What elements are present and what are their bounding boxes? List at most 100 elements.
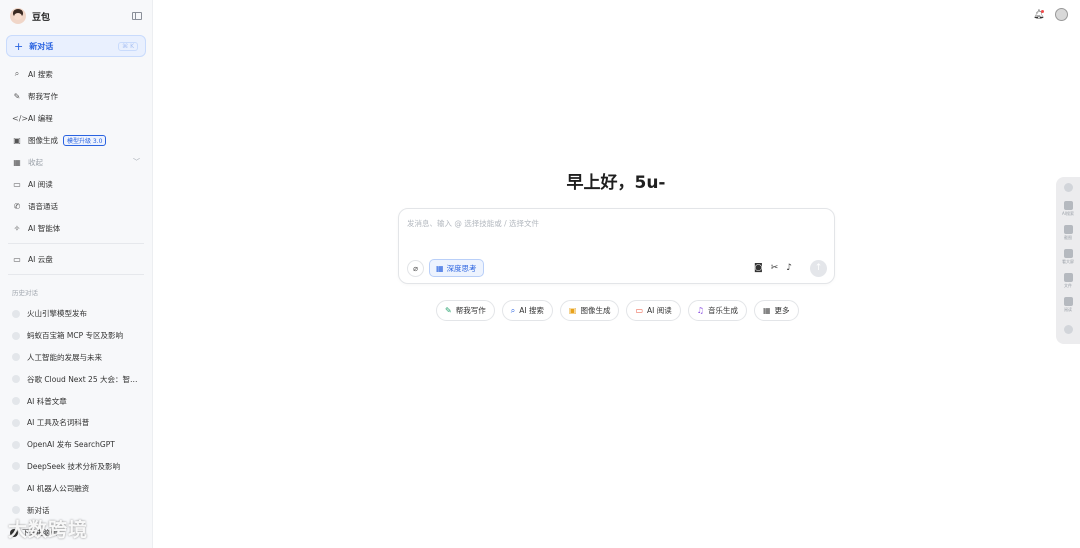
code-icon: </> bbox=[12, 113, 29, 123]
float-toolbar-item[interactable]: 阅读 bbox=[1056, 297, 1080, 313]
history-item[interactable]: DeepSeek 技术分析及影响 bbox=[0, 456, 152, 478]
chevron-up-icon[interactable]: ﹀ bbox=[133, 157, 140, 167]
watermark: 大数跨境 bbox=[8, 519, 89, 541]
sidebar-item-label: 语音通话 bbox=[28, 201, 58, 211]
chip-label: AI 搜索 bbox=[519, 306, 544, 315]
toolbar-icon bbox=[1063, 225, 1073, 234]
sidebar-item[interactable]: </> AI 编程 bbox=[0, 107, 152, 129]
search-icon: ⌕ bbox=[14, 69, 20, 78]
notification-bell-icon[interactable]: 🔔︎ bbox=[1033, 10, 1044, 20]
grid-icon: ▦ bbox=[762, 306, 771, 315]
sidebar-item-label: AI 云盘 bbox=[28, 254, 53, 264]
chat-bubble-icon bbox=[12, 309, 20, 318]
float-toolbar-item[interactable]: 文件 bbox=[1056, 273, 1080, 289]
sidebar-item[interactable]: ✆ 语音通话 bbox=[0, 195, 152, 217]
toolbar-item-label: 阅读 bbox=[1064, 307, 1072, 312]
cloud-drive-icon: ▭ bbox=[13, 254, 21, 264]
quick-action-chip[interactable]: ✎ 帮我写作 bbox=[436, 300, 495, 321]
float-top-icon[interactable] bbox=[1056, 183, 1080, 192]
chat-bubble-icon bbox=[12, 397, 20, 406]
microphone-icon[interactable]: ♪ bbox=[786, 263, 792, 273]
history-item-title: AI 科普文章 bbox=[27, 396, 67, 406]
history-item-title: 新对话 bbox=[27, 505, 50, 515]
collapse-sidebar-icon[interactable] bbox=[132, 12, 142, 20]
history-item-title: 火山引擎模型发布 bbox=[27, 309, 87, 319]
history-item[interactable]: 火山引擎模型发布 bbox=[0, 303, 152, 325]
history-item[interactable]: AI 机器人公司融资 bbox=[0, 477, 152, 499]
sidebar-item[interactable]: ▭ AI 阅读 bbox=[0, 173, 152, 195]
new-chat-shortcut: ⌘ K bbox=[118, 41, 138, 51]
chip-label: AI 阅读 bbox=[647, 306, 672, 315]
toolbar-item-label: AI搜索 bbox=[1062, 211, 1074, 216]
toolbar-icon bbox=[1063, 201, 1073, 210]
sidebar-item-label: AI 智能体 bbox=[28, 223, 61, 233]
history-item-title: AI 机器人公司融资 bbox=[27, 483, 90, 493]
quick-action-chip[interactable]: ▭ AI 阅读 bbox=[626, 300, 681, 321]
quick-actions: ✎ 帮我写作 ⌕ AI 搜索 ▣ 图像生成 ▭ AI 阅读 ♫ 音乐生成 ▦ 更多 bbox=[436, 300, 799, 321]
history-item[interactable]: OpenAI 发布 SearchGPT bbox=[0, 434, 152, 456]
history-item[interactable]: AI 科普文章 bbox=[0, 390, 152, 412]
chat-bubble-icon bbox=[12, 353, 20, 362]
quick-action-chip[interactable]: ⌕ AI 搜索 bbox=[501, 300, 553, 321]
history-item[interactable]: AI 工具及名词科普 bbox=[0, 412, 152, 434]
new-chat-label: 新对话 bbox=[29, 41, 54, 51]
plus-icon: + bbox=[14, 39, 24, 53]
float-toolbar-item[interactable]: 截图 bbox=[1056, 225, 1080, 241]
history-item[interactable]: 谷歌 Cloud Next 25 大会：智能... bbox=[0, 368, 152, 390]
pen-icon: ✎ bbox=[445, 306, 452, 315]
sidebar-item[interactable]: ✎ 帮我写作 bbox=[0, 85, 152, 107]
history-item-title: 人工智能的发展与未来 bbox=[27, 352, 102, 362]
history-item-title: OpenAI 发布 SearchGPT bbox=[27, 440, 115, 450]
float-settings-icon[interactable] bbox=[1056, 325, 1080, 334]
music-icon: ♫ bbox=[696, 306, 704, 315]
sidebar: 豆包 + 新对话 ⌘ K ⌕ AI 搜索 ✎ 帮我写作 </> AI 编程 ▣ 图像生成 模型升… bbox=[0, 0, 153, 548]
history-item-title: 谷歌 Cloud Next 25 大会：智能... bbox=[27, 374, 140, 384]
upgrade-badge: 模型升级 3.0 bbox=[63, 134, 107, 146]
history-item-title: AI 工具及名词科普 bbox=[27, 418, 90, 428]
history-item-title: DeepSeek 技术分析及影响 bbox=[27, 461, 120, 471]
history-item[interactable]: 蚂蚁百宝箱 MCP 专区及影响 bbox=[0, 325, 152, 347]
send-button[interactable]: ↑ bbox=[810, 260, 827, 277]
chip-label: 图像生成 bbox=[580, 306, 611, 315]
book-icon: ▭ bbox=[635, 306, 644, 315]
deep-think-toggle[interactable]: ▦ 深度思考 bbox=[429, 259, 484, 277]
chat-bubble-icon bbox=[12, 440, 20, 449]
toolbar-item-label: 截图 bbox=[1064, 235, 1072, 240]
user-avatar[interactable] bbox=[1055, 8, 1068, 21]
sidebar-item[interactable]: ⌕ AI 搜索 bbox=[0, 63, 152, 85]
float-toolbar-item[interactable]: AI搜索 bbox=[1056, 201, 1080, 217]
grid-icon: ▦ bbox=[436, 263, 444, 273]
toolbar-icon bbox=[1063, 297, 1073, 306]
history-item-title: 蚂蚁百宝箱 MCP 专区及影响 bbox=[27, 331, 123, 341]
sparkle-icon: ✧ bbox=[13, 223, 21, 233]
new-chat-button[interactable]: + 新对话 ⌘ K bbox=[6, 35, 146, 57]
sidebar-item-cloud[interactable]: ▭ AI 云盘 bbox=[0, 248, 152, 270]
toolbar-item-label: 文件 bbox=[1064, 283, 1072, 288]
history-title: 历史对话 bbox=[12, 289, 38, 297]
toolbar-icon bbox=[1063, 273, 1073, 282]
quick-action-chip[interactable]: ♫ 音乐生成 bbox=[687, 300, 747, 321]
sidebar-item-label: 图像生成 bbox=[28, 135, 58, 145]
app-avatar[interactable] bbox=[10, 8, 26, 24]
sidebar-item[interactable]: ▣ 图像生成 模型升级 3.0 bbox=[0, 129, 152, 151]
quick-action-chip[interactable]: ▦ 更多 bbox=[753, 300, 799, 321]
sidebar-item[interactable]: ✧ AI 智能体 bbox=[0, 217, 152, 239]
message-input[interactable]: 发消息、输入 @ 选择技能或 / 选择文件 bbox=[407, 218, 539, 229]
grid-icon: ▦ bbox=[13, 157, 21, 167]
chat-bubble-icon bbox=[12, 506, 20, 515]
search-icon: ⌕ bbox=[510, 305, 516, 315]
scissors-icon[interactable]: ✂ bbox=[771, 263, 779, 273]
screenshot-icon[interactable]: ◙ bbox=[754, 263, 763, 273]
toolbar-icon bbox=[1063, 249, 1073, 258]
pen-icon: ✎ bbox=[13, 91, 21, 101]
composer-tools: ◙ ✂ ♪ bbox=[754, 263, 792, 273]
sidebar-item[interactable]: ▦ 收起 ﹀ bbox=[0, 151, 152, 173]
quick-action-chip[interactable]: ▣ 图像生成 bbox=[559, 300, 620, 321]
history-item[interactable]: 人工智能的发展与未来 bbox=[0, 347, 152, 369]
phone-icon: ✆ bbox=[13, 201, 21, 211]
float-toolbar-item[interactable]: 看大屏 bbox=[1056, 249, 1080, 265]
attachment-icon[interactable]: ⌀ bbox=[407, 260, 424, 277]
chat-composer[interactable]: 发消息、输入 @ 选择技能或 / 选择文件 ⌀ ▦ 深度思考 ◙ ✂ ♪ ↑ bbox=[398, 208, 835, 284]
floating-toolbar: AI搜索截图看大屏文件阅读 bbox=[1056, 177, 1080, 344]
sidebar-item-label: AI 搜索 bbox=[28, 69, 53, 79]
